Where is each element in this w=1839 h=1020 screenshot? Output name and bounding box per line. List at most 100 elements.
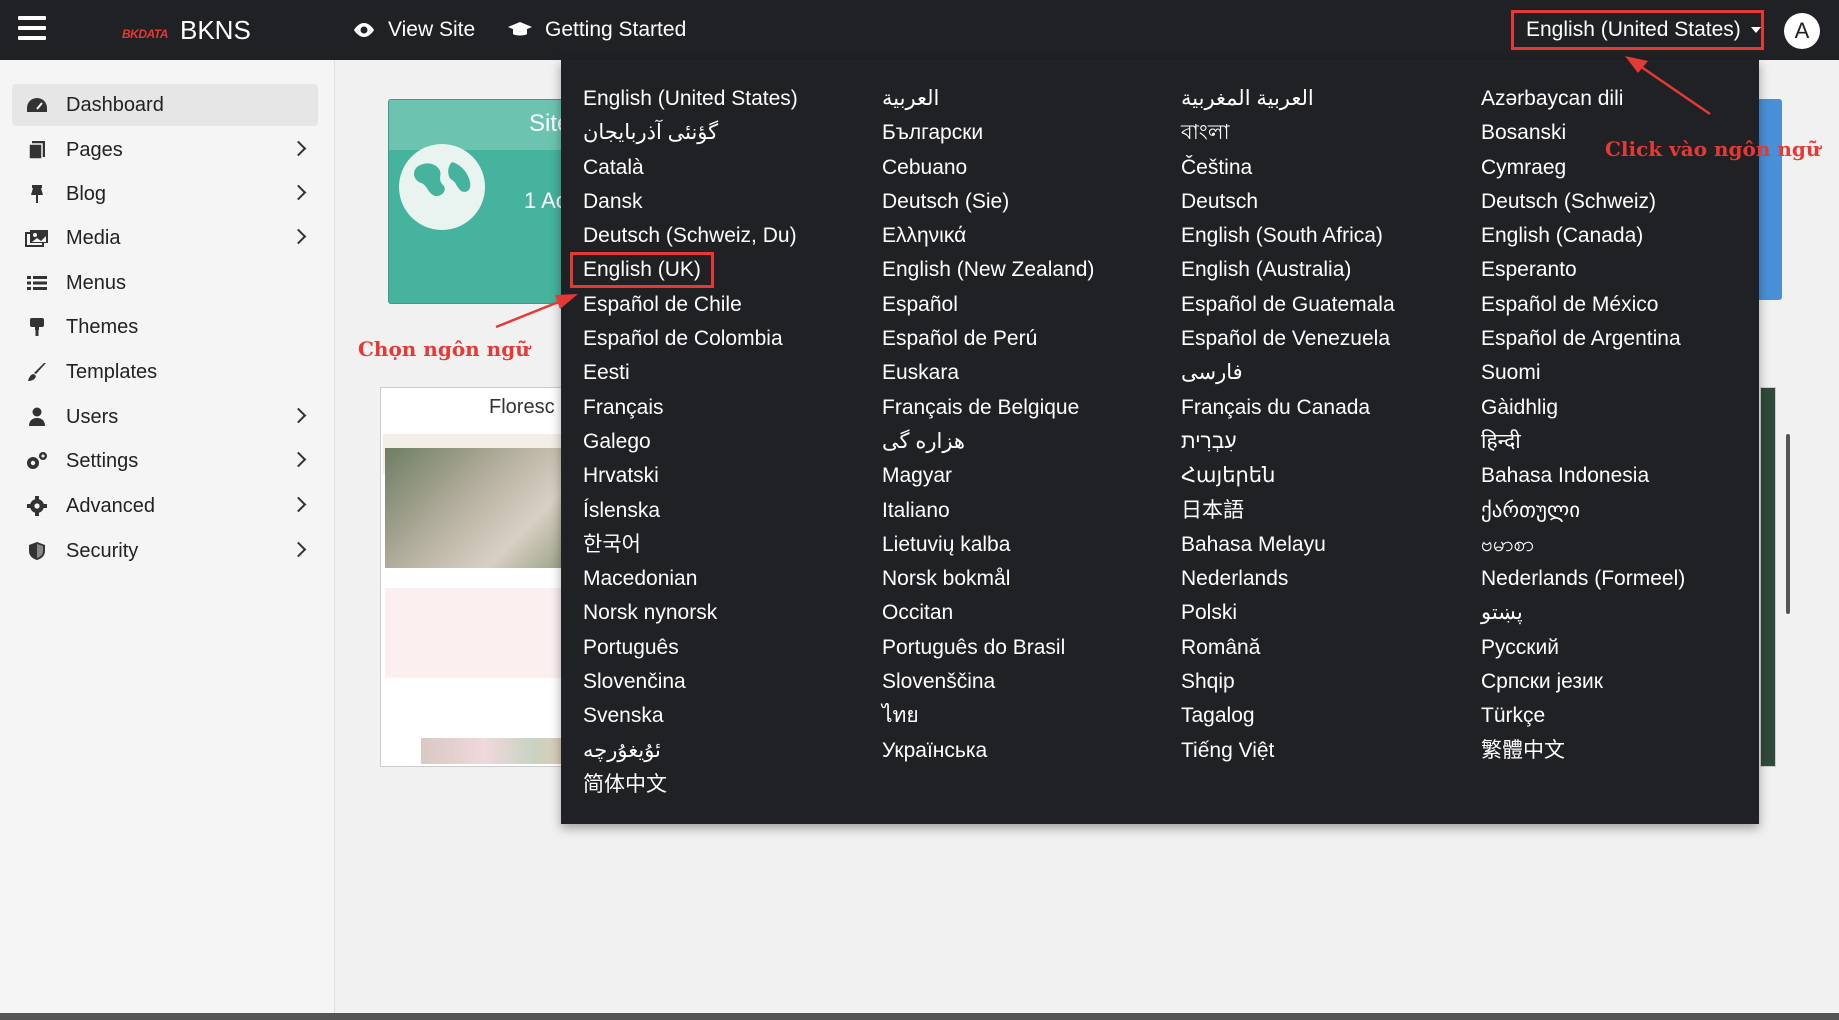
sidebar-item-security[interactable]: Security [12,530,318,572]
scrollbar[interactable] [1786,434,1790,614]
language-option[interactable]: Српски језик [1481,665,1603,699]
language-option[interactable]: हिन्दी [1481,425,1521,459]
language-option[interactable]: Gàidhlig [1481,391,1558,425]
logo[interactable]: BKDATA [122,27,168,41]
language-option[interactable]: Bosanski [1481,116,1566,150]
language-option[interactable]: Norsk bokmål [882,562,1010,596]
language-option[interactable]: Norsk nynorsk [583,596,717,630]
language-option[interactable]: Nederlands (Formeel) [1481,562,1685,596]
language-option[interactable]: 简体中文 [583,768,667,802]
language-option[interactable]: 日本語 [1181,494,1244,528]
language-option[interactable]: Українська [882,734,987,768]
language-option[interactable]: Português [583,631,679,665]
sidebar-item-settings[interactable]: Settings [12,440,318,482]
sidebar-item-users[interactable]: Users [12,396,318,438]
language-option[interactable]: Eesti [583,356,630,390]
language-option[interactable]: Tiếng Việt [1181,734,1274,768]
language-option[interactable]: Macedonian [583,562,697,596]
brand-name[interactable]: BKNS [180,15,251,46]
language-option[interactable]: Español de Venezuela [1181,322,1390,356]
language-option[interactable]: Türkçe [1481,699,1545,733]
language-option[interactable]: Català [583,151,644,185]
language-option[interactable]: Hrvatski [583,459,659,493]
language-option[interactable]: ไทย [882,699,919,733]
language-option-selected[interactable]: English (UK) [570,252,714,289]
language-option[interactable]: English (United States) [583,82,798,116]
language-option[interactable]: ဗမာစာ [1481,528,1534,562]
language-option[interactable]: 한국어 [583,528,641,562]
language-option[interactable]: Español de Colombia [583,322,783,356]
language-option[interactable]: Occitan [882,596,953,630]
sidebar-item-media[interactable]: Media [12,217,318,259]
language-option[interactable]: گؤنئی آذربایجان [583,116,718,150]
language-option[interactable]: English (South Africa) [1181,219,1383,253]
sidebar-item-pages[interactable]: Pages [12,129,318,171]
language-option[interactable]: العربية المغربية [1181,82,1314,116]
language-option[interactable]: ქართული [1481,494,1580,528]
language-option[interactable]: Dansk [583,185,643,219]
theme-card[interactable]: Floresc [380,387,582,767]
language-option[interactable]: Español de Guatemala [1181,288,1395,322]
getting-started-link[interactable]: Getting Started [507,18,686,42]
language-option[interactable]: Deutsch [1181,185,1258,219]
language-option[interactable]: Cebuano [882,151,967,185]
sidebar-item-templates[interactable]: Templates [12,351,318,393]
language-option[interactable]: Հայերեն [1181,459,1275,493]
language-option[interactable]: Slovenščina [882,665,995,699]
language-option[interactable]: Azərbaycan dili [1481,82,1623,116]
language-option[interactable]: ئۇيغۇرچە [583,734,661,768]
language-option[interactable]: Čeština [1181,151,1252,185]
language-dropdown-toggle[interactable]: English (United States) [1511,10,1764,50]
language-option[interactable]: پښتو [1481,596,1523,630]
language-option[interactable]: English (Australia) [1181,253,1351,287]
sidebar-item-themes[interactable]: Themes [12,306,318,348]
language-option[interactable]: বাংলা [1181,116,1230,150]
sidebar-item-menus[interactable]: Menus [12,262,318,304]
language-option[interactable]: العربية [882,82,939,116]
language-option[interactable]: Español de México [1481,288,1658,322]
language-option[interactable]: Suomi [1481,356,1541,390]
language-option[interactable]: Italiano [882,494,950,528]
language-option[interactable]: Español de Argentina [1481,322,1681,356]
hamburger-menu-icon[interactable] [18,16,46,40]
language-option[interactable]: Français de Belgique [882,391,1079,425]
language-option[interactable]: فارسی [1181,356,1243,390]
language-option[interactable]: Íslenska [583,494,660,528]
language-option[interactable]: Svenska [583,699,664,733]
language-option[interactable]: Български [882,116,983,150]
language-option[interactable]: Bahasa Indonesia [1481,459,1649,493]
language-option[interactable]: Esperanto [1481,253,1577,287]
sidebar-item-dashboard[interactable]: Dashboard [12,84,318,126]
language-option[interactable]: English (Canada) [1481,219,1643,253]
language-option[interactable]: Español de Perú [882,322,1037,356]
language-option[interactable]: Русский [1481,631,1559,665]
language-option[interactable]: Galego [583,425,651,459]
language-option[interactable]: Polski [1181,596,1237,630]
view-site-link[interactable]: View Site [352,18,475,42]
language-option[interactable]: Slovenčina [583,665,686,699]
language-option[interactable]: Português do Brasil [882,631,1065,665]
language-option[interactable]: Français [583,391,664,425]
language-option[interactable]: Ελληνικά [882,219,966,253]
language-option[interactable]: Euskara [882,356,959,390]
sidebar-item-advanced[interactable]: Advanced [12,485,318,527]
theme-card[interactable] [1760,387,1776,767]
sidebar-item-blog[interactable]: Blog [12,173,318,215]
language-option[interactable]: Deutsch (Schweiz, Du) [583,219,797,253]
language-option[interactable]: هزاره گی [882,425,965,459]
language-option[interactable]: Română [1181,631,1260,665]
language-option[interactable]: Español de Chile [583,288,742,322]
language-option[interactable]: Lietuvių kalba [882,528,1010,562]
language-option[interactable]: Deutsch (Schweiz) [1481,185,1656,219]
language-option[interactable]: Magyar [882,459,952,493]
language-option[interactable]: Tagalog [1181,699,1255,733]
language-option[interactable]: Français du Canada [1181,391,1370,425]
site-card[interactable]: Site 1 Ac [388,99,575,304]
language-option[interactable]: 繁體中文 [1481,734,1565,768]
language-option[interactable]: Cymraeg [1481,151,1566,185]
language-option[interactable]: English (New Zealand) [882,253,1094,287]
language-option[interactable]: Deutsch (Sie) [882,185,1009,219]
language-option[interactable]: עִבְרִית [1181,425,1237,459]
language-option[interactable]: Español [882,288,958,322]
language-option[interactable]: Bahasa Melayu [1181,528,1326,562]
